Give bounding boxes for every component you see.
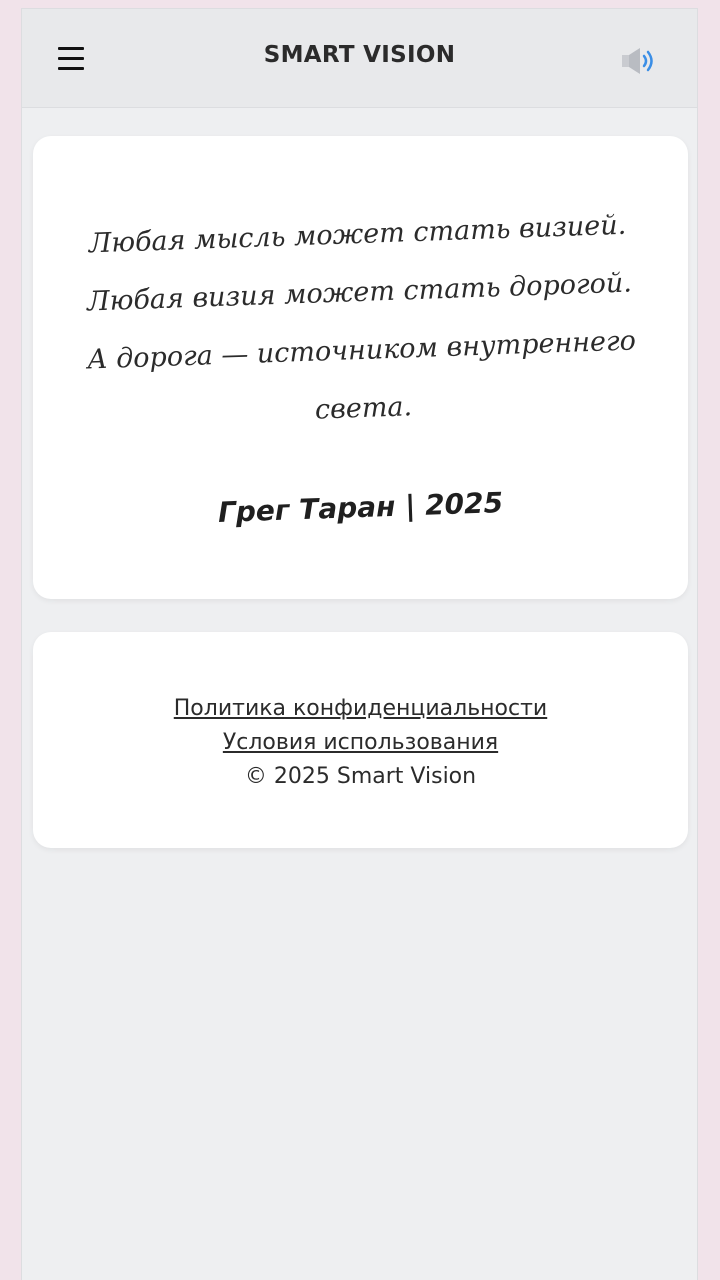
speaker-icon[interactable] bbox=[620, 45, 660, 77]
app-container: SMART VISION Любая мысль может стать виз… bbox=[21, 8, 698, 1280]
privacy-policy-link[interactable]: Политика конфиденциальности bbox=[33, 692, 688, 726]
terms-of-use-link[interactable]: Условия использования bbox=[33, 726, 688, 760]
footer-links: Политика конфиденциальности Условия испо… bbox=[33, 692, 688, 794]
quote-card: Любая мысль может стать визией. Любая ви… bbox=[33, 136, 688, 599]
top-bar: SMART VISION bbox=[22, 9, 697, 108]
copyright-text: © 2025 Smart Vision bbox=[244, 764, 477, 789]
quote-author: Грег Таран | 2025 bbox=[217, 486, 504, 529]
app-title: SMART VISION bbox=[263, 42, 456, 68]
quote-text: Любая мысль может стать визией. Любая ви… bbox=[59, 196, 662, 449]
speaker-icon-graphic bbox=[622, 48, 653, 74]
footer-card: Политика конфиденциальности Условия испо… bbox=[33, 632, 688, 848]
